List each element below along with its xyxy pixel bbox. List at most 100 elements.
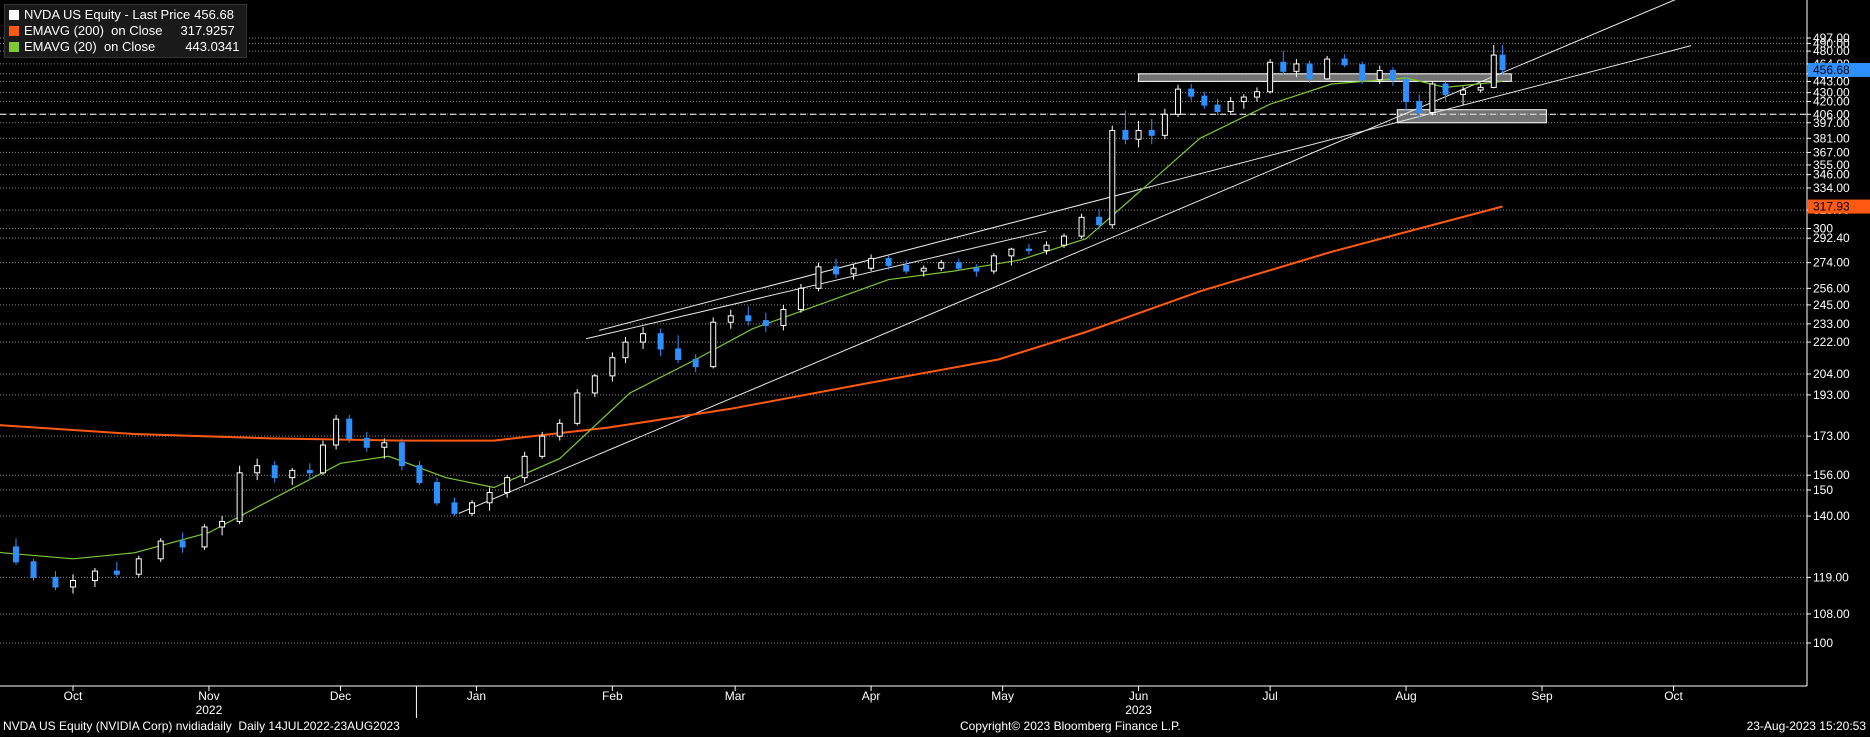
candle-body — [1078, 216, 1085, 237]
y-tick-label: 292.40 — [1813, 231, 1850, 245]
candle — [903, 259, 910, 274]
candle — [657, 328, 664, 356]
y-tick-label: 274.00 — [1813, 256, 1850, 270]
footer-security-info: NVDA US Equity (NVIDIA Corp) nvidiadaily… — [3, 719, 400, 733]
y-tick-label: 381.00 — [1813, 131, 1850, 145]
x-tick-label: May — [991, 689, 1014, 703]
x-tick-label: Dec — [330, 689, 351, 703]
candle — [91, 567, 98, 587]
candle — [574, 389, 581, 426]
y-tick-label: 173.00 — [1813, 429, 1850, 443]
y-tick-label: 150 — [1813, 483, 1833, 497]
candle — [157, 538, 164, 562]
candle-body — [797, 287, 804, 311]
candle-body — [1175, 88, 1182, 115]
candle — [1490, 44, 1497, 89]
candle — [219, 516, 226, 536]
candle — [271, 460, 278, 483]
candle — [70, 574, 76, 594]
candle — [609, 352, 616, 382]
candle — [1161, 108, 1168, 140]
candle-body — [973, 267, 980, 272]
x-tick-label: Oct — [64, 689, 83, 703]
y-tick-label: 140.00 — [1813, 509, 1850, 523]
candle — [1240, 94, 1247, 109]
candle-body — [1376, 69, 1383, 81]
candle-body — [574, 392, 581, 424]
candle-body — [815, 266, 822, 289]
candle — [363, 431, 370, 452]
candle — [1267, 59, 1274, 94]
candle-body — [885, 258, 892, 266]
candle-body — [451, 502, 458, 514]
candle-body — [1280, 61, 1287, 72]
candle — [521, 451, 528, 483]
legend-value-ema20: 443.0341 — [185, 39, 240, 54]
candle — [955, 258, 962, 272]
candle-body — [179, 540, 186, 548]
candle — [12, 538, 19, 565]
candle — [469, 500, 476, 517]
candle-body — [1253, 91, 1260, 98]
candle-body — [219, 520, 226, 528]
candle — [113, 561, 120, 578]
legend-swatch-ema200 — [9, 26, 19, 36]
candle-body — [1122, 129, 1129, 140]
y-tick-label: 193.00 — [1813, 388, 1850, 402]
candle-body — [1306, 63, 1313, 80]
candle-body — [1214, 104, 1221, 113]
candle — [135, 555, 142, 578]
x-tick-label: Oct — [1664, 689, 1683, 703]
candle — [201, 524, 208, 550]
candle-body — [833, 266, 840, 275]
candle-body — [1201, 95, 1208, 106]
candle-body — [955, 262, 962, 269]
candle — [973, 264, 980, 277]
candle — [1061, 233, 1068, 248]
candle — [1025, 243, 1032, 255]
candle-body — [486, 492, 493, 504]
candle — [675, 335, 682, 364]
candle-body — [675, 348, 682, 360]
candle — [1253, 87, 1260, 102]
y-tick-label: 156.00 — [1813, 468, 1850, 482]
candle-body — [135, 558, 142, 575]
x-year-label: 2022 — [196, 703, 223, 717]
candle-body — [692, 358, 699, 368]
candle-body — [319, 444, 326, 474]
x-tick-label: Nov — [198, 689, 219, 703]
candle — [727, 309, 734, 329]
candle — [640, 327, 647, 349]
candle-body — [1389, 69, 1396, 81]
candle — [1389, 67, 1396, 86]
candle — [346, 414, 353, 443]
candle — [745, 306, 752, 326]
legend-label-price: NVDA US Equity - Last Price — [24, 7, 191, 22]
candle-body — [1429, 83, 1436, 113]
candle-body — [1442, 83, 1449, 95]
support-resistance-zones — [1138, 73, 1547, 124]
candle-body — [157, 540, 164, 560]
candle-body — [289, 469, 296, 479]
y-tick-label: 222.00 — [1813, 335, 1850, 349]
candle — [1109, 125, 1116, 229]
candle-body — [903, 264, 910, 272]
x-tick-label: Jul — [1262, 689, 1277, 703]
candle — [1499, 44, 1506, 75]
legend-label-ema20: EMAVG (20) on Close — [24, 39, 156, 54]
x-tick-label: Jun — [1129, 689, 1148, 703]
legend-item-price: NVDA US Equity - Last Price 456.68 — [9, 7, 240, 23]
footer-timestamp: 23-Aug-2023 15:20:53 — [1746, 719, 1866, 733]
candle-body — [1148, 129, 1155, 136]
candle-body — [1135, 129, 1142, 140]
candle — [433, 477, 440, 506]
candle — [1188, 83, 1195, 101]
candle-body — [1161, 113, 1168, 136]
y-tick-label: 119.00 — [1813, 570, 1849, 584]
candle-body — [201, 526, 208, 548]
candle-body — [1188, 88, 1195, 97]
candle-body — [1490, 54, 1497, 88]
candle — [539, 431, 546, 459]
x-tick-label: Jan — [467, 689, 486, 703]
candle-body — [1240, 96, 1247, 103]
